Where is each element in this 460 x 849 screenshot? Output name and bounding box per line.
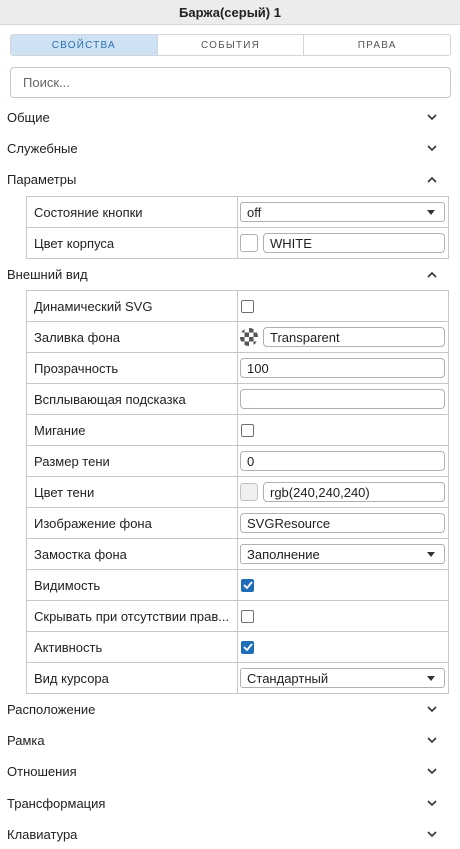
section-service[interactable]: Служебные xyxy=(0,136,460,160)
prop-label: Заливка фона xyxy=(27,322,238,352)
chevron-up-icon xyxy=(426,173,438,185)
shadow-color-input[interactable]: rgb(240,240,240) xyxy=(263,482,445,502)
prop-row-tooltip: Всплывающая подсказка xyxy=(26,384,449,415)
section-label: Общие xyxy=(7,109,50,125)
prop-label: Вид курсора xyxy=(27,663,238,693)
blink-checkbox[interactable] xyxy=(241,423,254,437)
section-transform[interactable]: Трансформация xyxy=(0,791,460,815)
chevron-down-icon xyxy=(426,828,438,840)
prop-row-button-state: Состояние кнопки off xyxy=(26,197,449,228)
prop-row-shadow-color: Цвет тени rgb(240,240,240) xyxy=(26,477,449,508)
prop-row-visible: Видимость xyxy=(26,570,449,601)
active-checkbox[interactable] xyxy=(241,640,254,654)
cursor-select[interactable]: Стандартный xyxy=(240,668,445,688)
tabs: СВОЙСТВА СОБЫТИЯ ПРАВА xyxy=(10,34,451,56)
section-label: Внешний вид xyxy=(7,266,88,282)
section-label: Трансформация xyxy=(7,795,106,811)
opacity-input[interactable]: 100 xyxy=(240,358,445,378)
section-label: Клавиатура xyxy=(7,826,78,842)
prop-label: Прозрачность xyxy=(27,353,238,383)
section-label: Отношения xyxy=(7,763,77,779)
checkmark-icon xyxy=(242,643,253,651)
section-relations[interactable]: Отношения xyxy=(0,759,460,783)
chevron-down-icon xyxy=(426,703,438,715)
section-label: Расположение xyxy=(7,701,96,717)
prop-label: Цвет тени xyxy=(27,477,238,507)
prop-label: Изображение фона xyxy=(27,508,238,538)
hide-no-rights-checkbox[interactable] xyxy=(241,609,254,623)
dropdown-caret-icon xyxy=(427,675,435,681)
panel-title: Баржа(серый) 1 xyxy=(0,0,460,25)
color-swatch[interactable] xyxy=(240,483,258,501)
prop-row-bg-image: Изображение фона SVGResource xyxy=(26,508,449,539)
tooltip-input[interactable] xyxy=(240,389,445,409)
prop-row-dynamic-svg: Динамический SVG xyxy=(26,291,449,322)
visible-checkbox[interactable] xyxy=(241,578,254,592)
button-state-select[interactable]: off xyxy=(240,202,445,222)
body-color-input[interactable]: WHITE xyxy=(263,233,445,253)
prop-row-cursor: Вид курсора Стандартный xyxy=(26,663,449,694)
chevron-down-icon xyxy=(426,142,438,154)
section-label: Параметры xyxy=(7,171,77,187)
section-label: Рамка xyxy=(7,732,45,748)
prop-row-blink: Мигание xyxy=(26,415,449,446)
chevron-down-icon xyxy=(426,797,438,809)
chevron-up-icon xyxy=(426,268,438,280)
prop-row-shadow-size: Размер тени 0 xyxy=(26,446,449,477)
section-location[interactable]: Расположение xyxy=(0,697,460,721)
transparent-swatch-icon[interactable] xyxy=(240,328,258,346)
prop-label: Динамический SVG xyxy=(27,291,238,321)
prop-label: Всплывающая подсказка xyxy=(27,384,238,414)
prop-row-active: Активность xyxy=(26,632,449,663)
section-keyboard[interactable]: Клавиатура xyxy=(0,822,460,846)
search-input[interactable] xyxy=(10,67,451,98)
prop-label: Мигание xyxy=(27,415,238,445)
prop-label: Размер тени xyxy=(27,446,238,476)
section-frame[interactable]: Рамка xyxy=(0,728,460,752)
dynamic-svg-checkbox[interactable] xyxy=(241,299,254,313)
shadow-size-input[interactable]: 0 xyxy=(240,451,445,471)
params-table: Состояние кнопки off Цвет корпуса WHITE xyxy=(26,196,449,259)
prop-label: Состояние кнопки xyxy=(27,197,238,227)
tab-properties[interactable]: СВОЙСТВА xyxy=(11,35,158,55)
tab-events[interactable]: СОБЫТИЯ xyxy=(157,35,305,55)
chevron-down-icon xyxy=(426,765,438,777)
tab-rights[interactable]: ПРАВА xyxy=(304,35,450,55)
section-general[interactable]: Общие xyxy=(0,105,460,129)
dropdown-caret-icon xyxy=(427,551,435,557)
color-swatch[interactable] xyxy=(240,234,258,252)
prop-label: Скрывать при отсутствии прав... xyxy=(27,601,238,631)
section-label: Служебные xyxy=(7,140,78,156)
bg-fill-input[interactable]: Transparent xyxy=(263,327,445,347)
bg-image-input[interactable]: SVGResource xyxy=(240,513,445,533)
prop-label: Видимость xyxy=(27,570,238,600)
prop-label: Активность xyxy=(27,632,238,662)
prop-row-bg-tiling: Замостка фона Заполнение xyxy=(26,539,449,570)
section-appearance[interactable]: Внешний вид xyxy=(0,262,460,286)
prop-row-opacity: Прозрачность 100 xyxy=(26,353,449,384)
bg-tiling-select[interactable]: Заполнение xyxy=(240,544,445,564)
section-params[interactable]: Параметры xyxy=(0,167,460,191)
prop-label: Замостка фона xyxy=(27,539,238,569)
chevron-down-icon xyxy=(426,734,438,746)
prop-row-bg-fill: Заливка фона Transparent xyxy=(26,322,449,353)
prop-row-hide-no-rights: Скрывать при отсутствии прав... xyxy=(26,601,449,632)
chevron-down-icon xyxy=(426,111,438,123)
dropdown-caret-icon xyxy=(427,209,435,215)
appearance-table: Динамический SVG Заливка фона Transparen… xyxy=(26,290,449,694)
prop-row-body-color: Цвет корпуса WHITE xyxy=(26,228,449,259)
prop-label: Цвет корпуса xyxy=(27,228,238,258)
checkmark-icon xyxy=(242,581,253,589)
